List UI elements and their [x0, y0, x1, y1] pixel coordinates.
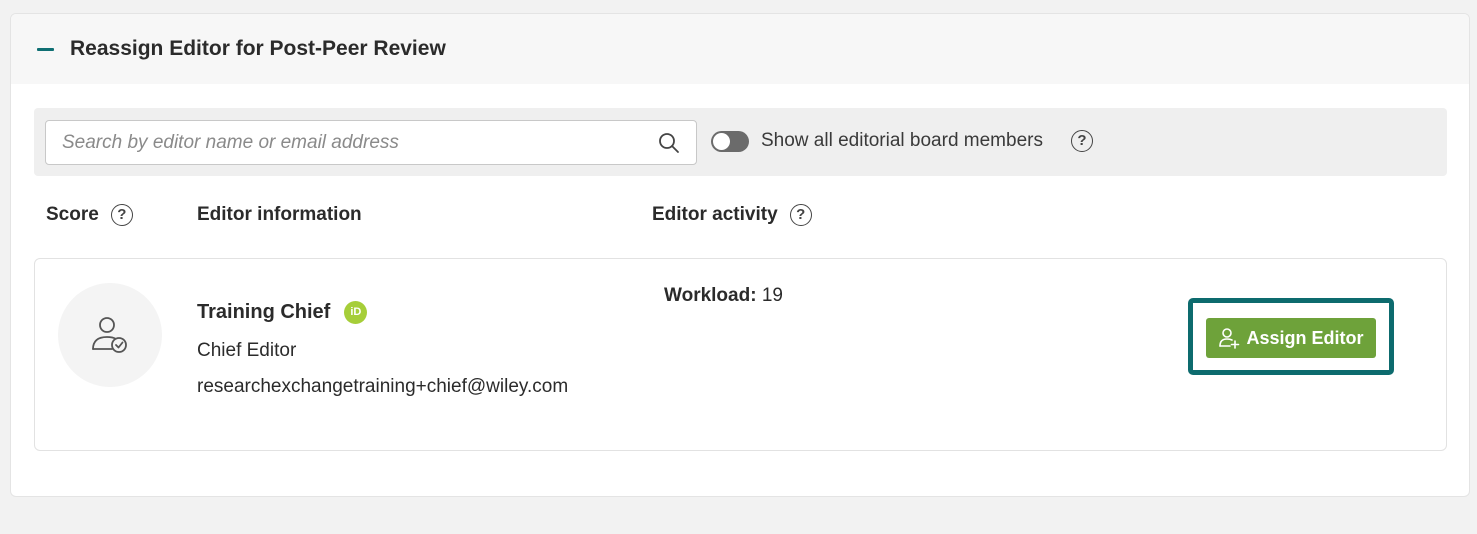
assign-editor-focus-ring: Assign Editor — [1188, 298, 1394, 375]
editor-information-header-label: Editor information — [197, 204, 362, 225]
collapse-minus-icon[interactable] — [37, 47, 54, 51]
toggle-knob — [713, 133, 730, 150]
column-header-editor-information: Editor information — [197, 204, 362, 226]
workload: Workload: 19 — [664, 285, 783, 307]
column-header-score: Score ? — [46, 204, 133, 226]
editor-name-row: Training Chief iD — [197, 301, 368, 324]
column-header-editor-activity: Editor activity ? — [652, 204, 812, 226]
toggle-help-icon[interactable]: ? — [1071, 130, 1093, 152]
editor-role: Chief Editor — [197, 340, 297, 361]
panel-header[interactable]: Reassign Editor for Post-Peer Review — [11, 14, 1469, 84]
show-all-members-toggle[interactable] — [711, 131, 749, 152]
show-all-members-label: Show all editorial board members — [761, 130, 1043, 151]
editor-card: Training Chief iD Chief Editor researche… — [34, 258, 1447, 451]
search-box[interactable] — [45, 120, 697, 165]
editor-activity-help-icon[interactable]: ? — [789, 204, 812, 226]
workload-value: 19 — [761, 285, 783, 306]
reassign-editor-panel: Reassign Editor for Post-Peer Review Sho… — [10, 13, 1470, 497]
search-icon[interactable] — [658, 132, 680, 154]
user-check-icon — [92, 317, 127, 353]
assign-editor-label: Assign Editor — [1246, 327, 1364, 348]
avatar — [58, 283, 162, 387]
search-toolbar: Show all editorial board members ? — [34, 108, 1447, 176]
orcid-icon[interactable]: iD — [344, 301, 368, 324]
editor-name: Training Chief — [197, 301, 331, 323]
workload-label: Workload: — [664, 285, 757, 306]
search-input[interactable] — [46, 121, 626, 164]
score-header-label: Score — [46, 204, 99, 225]
score-help-icon[interactable]: ? — [110, 204, 133, 226]
panel-title: Reassign Editor for Post-Peer Review — [70, 37, 446, 60]
editor-email: researchexchangetraining+chief@wiley.com — [197, 376, 569, 397]
editor-activity-header-label: Editor activity — [652, 204, 778, 225]
add-user-icon — [1219, 328, 1240, 349]
assign-editor-button[interactable]: Assign Editor — [1206, 318, 1376, 358]
